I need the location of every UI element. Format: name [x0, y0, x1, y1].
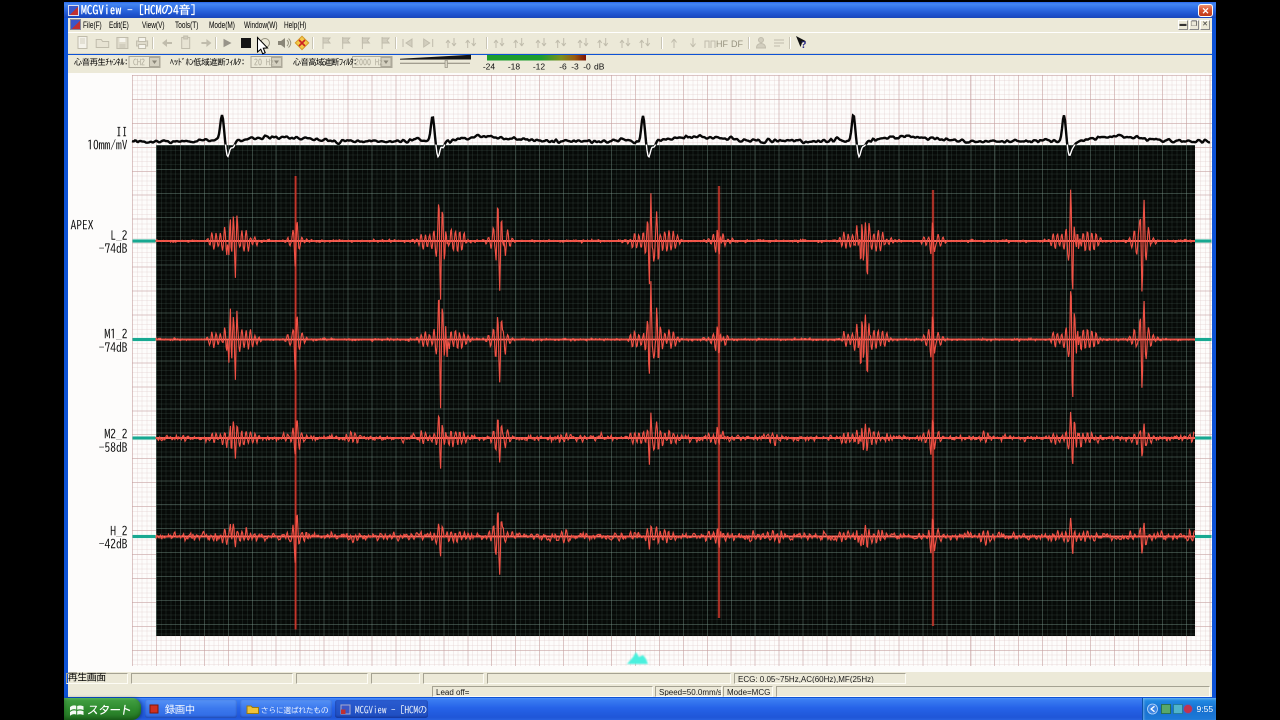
svg-text:-24: -24 — [483, 62, 496, 72]
svg-text:-3: -3 — [571, 62, 579, 72]
svg-text:DF: DF — [731, 39, 743, 49]
svg-text:dB: dB — [594, 62, 605, 72]
svg-text:-0: -0 — [583, 62, 591, 72]
svg-text:9:55: 9:55 — [1197, 704, 1214, 714]
svg-text:-18: -18 — [508, 62, 521, 72]
svg-text:HF: HF — [716, 39, 728, 49]
svg-text:-6: -6 — [559, 62, 567, 72]
svg-text:?: ? — [801, 39, 807, 51]
svg-text:-12: -12 — [533, 62, 546, 72]
